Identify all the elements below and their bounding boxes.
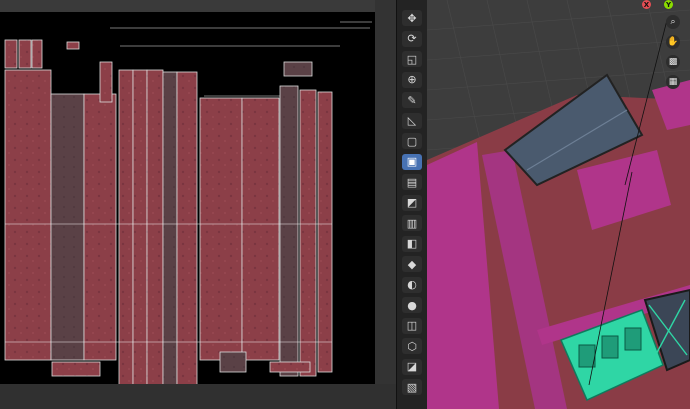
transform-icon[interactable]: ⊕ (402, 71, 422, 88)
knife-icon[interactable]: ◧ (402, 235, 422, 252)
rip-region-icon[interactable]: ▧ (402, 379, 422, 395)
spin-icon[interactable]: ◐ (402, 276, 422, 293)
uv-editor[interactable] (0, 0, 396, 409)
loop-cut-icon[interactable]: ▥ (402, 215, 422, 231)
zoom-icon[interactable]: ⌕ (666, 15, 680, 29)
uv-canvas[interactable] (0, 12, 375, 384)
poly-build-icon[interactable]: ◆ (402, 256, 422, 272)
grid-icon[interactable]: ▦ (666, 75, 680, 89)
pan-hand-icon[interactable]: ✋ (666, 35, 680, 49)
axis-x-handle[interactable]: X (642, 0, 651, 9)
move-view-icon[interactable]: ✥ (402, 10, 422, 26)
inset-icon[interactable]: ▤ (402, 174, 422, 190)
uv-editor-side-panel (375, 0, 396, 409)
axis-y-handle[interactable]: Y (664, 0, 673, 9)
uv-editor-footer (0, 384, 396, 409)
extrude-icon[interactable]: ▣ (402, 153, 422, 170)
uv-editor-header (0, 0, 396, 12)
add-cube-icon[interactable]: ▢ (402, 133, 422, 149)
shear-icon[interactable]: ◪ (402, 358, 422, 375)
toolbar: ✥ ⟳ ◱ ⊕ ✎ ◺ ▢ ▣ ▤ ◩ ▥ ◧ ◆ ◐ ● ◫ ⬡ ◪ ▧ (396, 0, 428, 409)
smooth-icon[interactable]: ● (402, 297, 422, 313)
bevel-icon[interactable]: ◩ (402, 194, 422, 211)
measure-icon[interactable]: ◺ (402, 112, 422, 129)
annotate-icon[interactable]: ✎ (402, 92, 422, 108)
viewport-scene (427, 0, 690, 409)
rotate-icon[interactable]: ⟳ (402, 30, 422, 47)
camera-icon[interactable]: ▩ (666, 55, 680, 69)
3d-viewport[interactable]: X Y ⌕ ✋ ▩ ▦ (427, 0, 690, 409)
edge-slide-icon[interactable]: ◫ (402, 317, 422, 334)
scale-icon[interactable]: ◱ (402, 51, 422, 67)
shrink-fatten-icon[interactable]: ⬡ (402, 338, 422, 354)
